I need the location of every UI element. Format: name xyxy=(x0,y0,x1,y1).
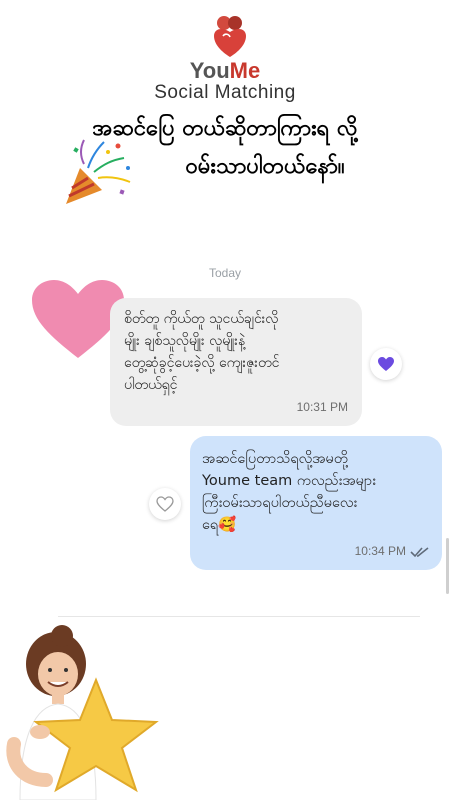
message-timestamp: 10:31 PM xyxy=(296,400,348,414)
brand-tagline: Social Matching xyxy=(154,82,296,103)
reaction-button[interactable] xyxy=(149,488,181,520)
message-timestamp: 10:34 PM xyxy=(354,544,406,558)
scrollbar[interactable] xyxy=(446,538,449,594)
message-text: အဆင်ပြေတာသိရလို့အမတို့ Youme team ကလည်းအ… xyxy=(202,451,376,533)
reaction-button[interactable] xyxy=(370,348,402,380)
incoming-message-bubble[interactable]: စိတ်တူ ကိုယ်တူ သူငယ်ချင်းလို မျိုး ချစ်သ… xyxy=(110,298,362,426)
girl-holding-star-illustration xyxy=(6,625,159,800)
party-popper-icon xyxy=(66,139,131,204)
message-text: စိတ်တူ ကိုယ်တူ သူငယ်ချင်းလို မျိုး ချစ်သ… xyxy=(124,311,280,393)
divider xyxy=(58,616,420,617)
outgoing-message-bubble[interactable]: အဆင်ပြေတာသိရလို့အမတို့ Youme team ကလည်းအ… xyxy=(190,436,442,570)
youme-logo-icon xyxy=(214,16,246,57)
outline-heart-icon xyxy=(156,496,174,512)
brand-name: YouMe xyxy=(189,58,261,83)
read-double-check-icon xyxy=(410,547,429,558)
purple-heart-icon xyxy=(378,357,394,371)
